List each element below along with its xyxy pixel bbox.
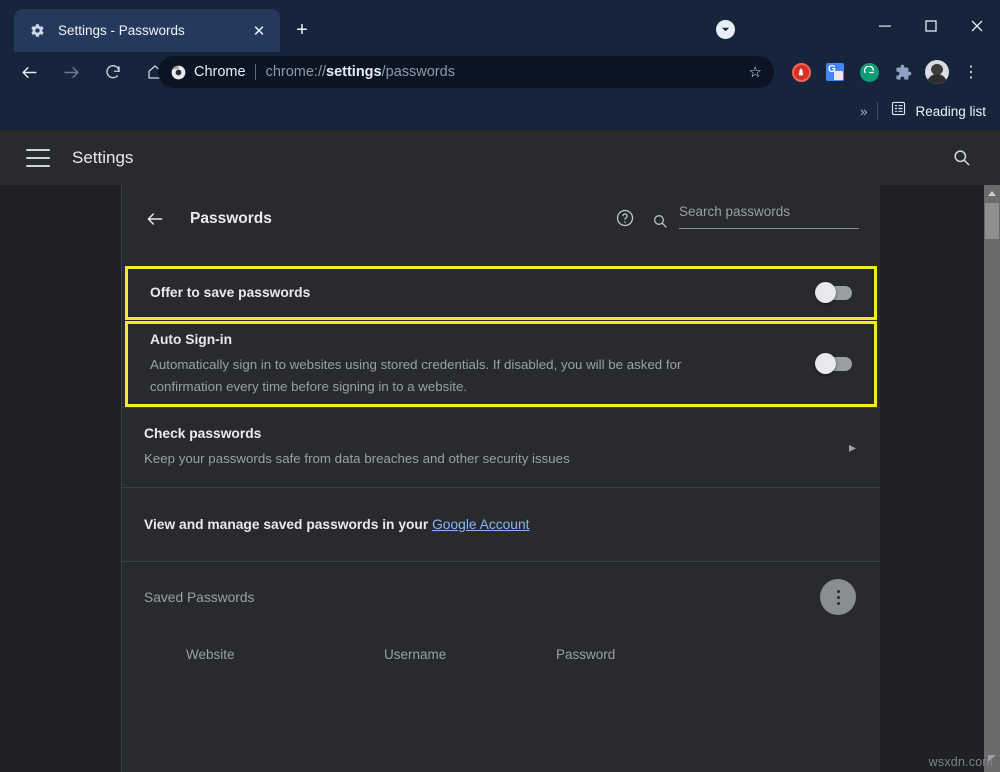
- row-offer-title: Offer to save passwords: [150, 285, 310, 300]
- auto-sign-in-toggle[interactable]: [816, 357, 852, 371]
- row-offer-text: Offer to save passwords: [150, 284, 816, 302]
- browser-nav-bar: Chrome chrome://settings/passwords ☆ G ⋮: [0, 52, 1000, 92]
- saved-passwords-title: Saved Passwords: [144, 590, 820, 605]
- back-navigation-icon[interactable]: [12, 55, 46, 89]
- saved-passwords-table-header: Website Username Password: [122, 632, 880, 676]
- passwords-search-area: [652, 203, 859, 229]
- settings-app-header: Settings: [0, 130, 1000, 185]
- settings-sidebar: [0, 185, 122, 772]
- passwords-page-header: Passwords: [122, 185, 880, 253]
- saved-passwords-header: Saved Passwords: [122, 562, 880, 632]
- page-scrollbar[interactable]: [984, 185, 1000, 772]
- row-google-account: View and manage saved passwords in your …: [122, 488, 880, 561]
- minimize-window-button[interactable]: [862, 0, 908, 52]
- bookmark-star-icon[interactable]: ☆: [749, 63, 762, 81]
- page-title: Settings: [72, 148, 133, 168]
- maximize-window-button[interactable]: [908, 0, 954, 52]
- window-controls: [862, 0, 1000, 52]
- chevron-right-icon[interactable]: ▸: [849, 439, 856, 456]
- scroll-up-arrow-icon[interactable]: [984, 185, 1000, 202]
- gear-icon: [28, 22, 46, 40]
- column-header-website: Website: [144, 647, 384, 662]
- row-auto-sign-in-title: Auto Sign-in: [150, 332, 232, 347]
- download-indicator-icon[interactable]: [716, 20, 735, 39]
- help-icon[interactable]: [614, 207, 636, 229]
- reload-icon[interactable]: [96, 55, 130, 89]
- row-auto-sign-in-description: Automatically sign in to websites using …: [150, 354, 750, 398]
- extensions-puzzle-icon[interactable]: [886, 56, 920, 88]
- kebab-menu-icon[interactable]: [820, 579, 856, 615]
- row-check-passwords-title: Check passwords: [144, 426, 261, 441]
- back-arrow-icon[interactable]: [142, 206, 168, 232]
- search-input[interactable]: [679, 204, 859, 219]
- omnibox-scheme-label: Chrome: [194, 64, 246, 80]
- close-tab-icon[interactable]: ✕: [246, 18, 272, 44]
- row-auto-sign-in[interactable]: Auto Sign-in Automatically sign in to we…: [125, 321, 877, 407]
- tab-title-text: Settings - Passwords: [58, 23, 246, 38]
- bookmarks-bar: » Reading list: [0, 92, 1000, 130]
- hamburger-icon[interactable]: [26, 149, 50, 167]
- page-curl-icon: [988, 755, 996, 762]
- reading-list-button[interactable]: Reading list: [890, 100, 986, 122]
- profile-avatar[interactable]: [920, 56, 954, 88]
- close-window-button[interactable]: [954, 0, 1000, 52]
- passwords-content-card: Passwords Offer to save passwo: [122, 185, 880, 772]
- new-tab-button[interactable]: +: [288, 16, 316, 44]
- bookmarks-overflow-icon[interactable]: »: [860, 104, 867, 119]
- search-passwords-field[interactable]: [679, 203, 859, 229]
- search-icon: [652, 213, 668, 229]
- chrome-menu-icon[interactable]: ⋮: [954, 56, 988, 88]
- browser-tab-settings-passwords[interactable]: Settings - Passwords ✕: [14, 9, 280, 52]
- forward-navigation-icon[interactable]: [54, 55, 88, 89]
- scrollbar-thumb[interactable]: [985, 203, 999, 239]
- google-account-text: View and manage saved passwords in your …: [144, 517, 529, 532]
- row-check-passwords[interactable]: Check passwords Keep your passwords safe…: [122, 408, 880, 487]
- address-bar[interactable]: Chrome chrome://settings/passwords ☆: [158, 56, 774, 88]
- omnibox-separator: [255, 64, 256, 80]
- watermark-text: wsxdn.com: [929, 755, 993, 769]
- google-translate-extension-icon[interactable]: G: [818, 56, 852, 88]
- grammarly-extension-icon[interactable]: [852, 56, 886, 88]
- passwords-title: Passwords: [190, 210, 272, 228]
- row-check-passwords-text: Check passwords Keep your passwords safe…: [144, 425, 849, 470]
- column-header-password: Password: [556, 647, 736, 662]
- row-auto-sign-in-text: Auto Sign-in Automatically sign in to we…: [150, 331, 816, 398]
- chrome-logo-icon: [170, 64, 186, 80]
- browser-title-bar: Settings - Passwords ✕ +: [0, 0, 1000, 52]
- settings-body: Passwords Offer to save passwo: [0, 185, 1000, 772]
- row-offer-to-save-passwords[interactable]: Offer to save passwords: [125, 266, 877, 320]
- column-header-username: Username: [384, 647, 556, 662]
- omnibox-url-text: chrome://settings/passwords: [266, 64, 455, 80]
- row-check-passwords-description: Keep your passwords safe from data breac…: [144, 448, 744, 470]
- bookmarks-divider: [877, 102, 878, 120]
- search-icon[interactable]: [950, 147, 972, 169]
- list-icon: [890, 100, 907, 122]
- extensions-tray: G ⋮: [784, 56, 988, 88]
- reading-list-label: Reading list: [915, 104, 986, 119]
- adblock-extension-icon[interactable]: [784, 56, 818, 88]
- google-account-link[interactable]: Google Account: [432, 517, 529, 532]
- offer-to-save-passwords-toggle[interactable]: [816, 286, 852, 300]
